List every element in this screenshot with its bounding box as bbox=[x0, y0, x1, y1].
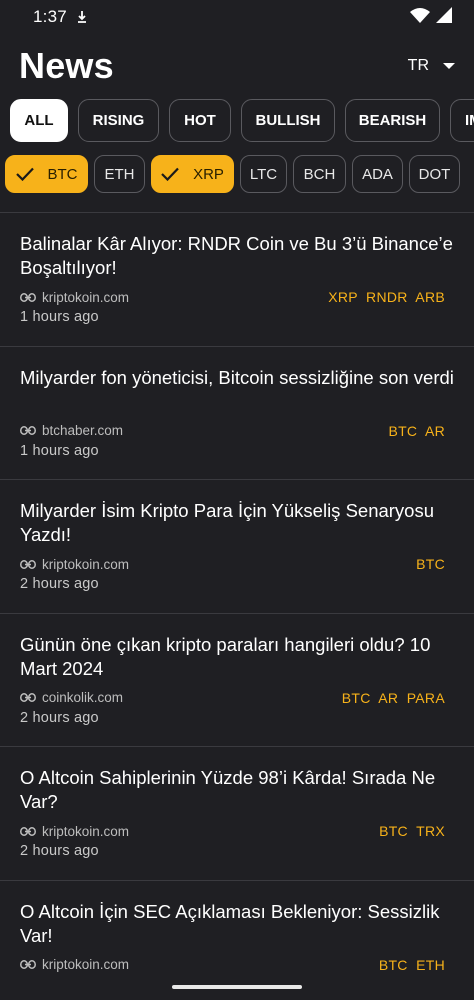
news-tags: BTC ETH bbox=[378, 956, 445, 973]
news-item[interactable]: Balinalar Kâr Alıyor: RNDR Coin ve Bu 3’… bbox=[0, 213, 474, 347]
link-icon bbox=[20, 557, 36, 572]
news-title: Milyarder İsim Kripto Para İçin Yükseliş… bbox=[20, 500, 435, 545]
news-title: Milyarder fon yöneticisi, Bitcoin sessiz… bbox=[20, 366, 454, 388]
news-meta: kriptokoin.com XRP RNDR ARB bbox=[20, 289, 445, 305]
check-icon bbox=[15, 167, 34, 181]
coin-chip-bch[interactable]: BCH bbox=[293, 155, 346, 193]
filter-tabs: ALL RISING HOT BULLISH BEARISH IM bbox=[10, 99, 474, 143]
news-time: 1 hours ago bbox=[20, 442, 99, 459]
news-source-label: kriptokoin.com bbox=[42, 823, 130, 839]
news-item[interactable]: O Altcoin Sahiplerinin Yüzde 98’i Kârda!… bbox=[0, 747, 474, 881]
filter-chip-all[interactable]: ALL bbox=[10, 99, 68, 142]
language-selector[interactable]: TR bbox=[408, 57, 455, 75]
news-source-label: btchaber.com bbox=[42, 423, 124, 438]
news-source[interactable]: btchaber.com bbox=[20, 423, 123, 438]
filter-label: HOT bbox=[184, 112, 216, 129]
coin-chip-btc[interactable]: BTC bbox=[5, 155, 88, 193]
coin-label: XRP bbox=[193, 165, 224, 183]
link-icon bbox=[20, 690, 36, 705]
filter-label: IM bbox=[465, 112, 474, 129]
news-meta: kriptokoin.com BTC bbox=[20, 556, 445, 572]
home-indicator[interactable] bbox=[172, 985, 302, 989]
wifi-icon bbox=[410, 7, 430, 28]
coin-label: LTC bbox=[249, 165, 278, 183]
filter-label: BULLISH bbox=[255, 112, 321, 129]
filter-chip-bullish[interactable]: BULLISH bbox=[241, 99, 335, 142]
news-tags: BTC TRX bbox=[379, 823, 445, 839]
news-time: 1 hours ago bbox=[20, 309, 99, 325]
link-icon bbox=[20, 423, 36, 438]
chevron-down-icon bbox=[443, 63, 455, 69]
news-source-label: kriptokoin.com bbox=[42, 556, 130, 572]
news-tags: BTC AR PARA bbox=[341, 689, 445, 706]
news-source[interactable]: kriptokoin.com bbox=[20, 557, 129, 572]
status-bar: 1:37 bbox=[0, 0, 474, 34]
coin-chip-dot[interactable]: DOT bbox=[409, 155, 460, 193]
coin-chip-eth[interactable]: ETH bbox=[94, 155, 145, 193]
news-source-label: kriptokoin.com bbox=[42, 957, 130, 972]
filter-chip-rising[interactable]: RISING bbox=[78, 99, 159, 142]
coin-label: ETH bbox=[104, 165, 135, 183]
news-meta: coinkolik.com BTC AR PARA bbox=[20, 690, 445, 706]
news-time: 2 hours ago bbox=[20, 709, 99, 726]
link-icon bbox=[20, 824, 36, 839]
news-item[interactable]: Milyarder İsim Kripto Para İçin Yükseliş… bbox=[0, 480, 474, 614]
news-tags: BTC AR bbox=[388, 422, 445, 439]
check-icon bbox=[161, 167, 179, 181]
news-source-label: kriptokoin.com bbox=[42, 289, 130, 305]
news-item[interactable]: Milyarder fon yöneticisi, Bitcoin sessiz… bbox=[0, 347, 474, 480]
filter-label: BEARISH bbox=[358, 112, 427, 129]
filter-chip-im[interactable]: IM bbox=[450, 99, 474, 142]
news-time: 2 hours ago bbox=[20, 843, 99, 859]
page-title: News bbox=[19, 45, 114, 86]
news-tags: BTC bbox=[416, 556, 445, 572]
news-source[interactable]: kriptokoin.com bbox=[20, 824, 129, 839]
data-saver-icon bbox=[76, 10, 88, 24]
filter-label: ALL bbox=[24, 112, 54, 129]
link-icon bbox=[20, 290, 36, 305]
filter-chip-hot[interactable]: HOT bbox=[169, 99, 231, 142]
status-time: 1:37 bbox=[33, 7, 67, 26]
news-tags: XRP RNDR ARB bbox=[328, 289, 445, 305]
coin-chip-xrp[interactable]: XRP bbox=[151, 155, 234, 193]
coin-filter-row: BTC ETH XRP LTC BCH ADA DOT bbox=[5, 155, 460, 193]
coin-label: BCH bbox=[303, 165, 336, 183]
news-meta: btchaber.com BTC AR bbox=[20, 423, 445, 439]
header: News TR bbox=[0, 40, 474, 92]
news-item[interactable]: Günün öne çıkan kripto paraları hangiler… bbox=[0, 614, 474, 747]
coin-label: BTC bbox=[47, 165, 78, 183]
coin-label: ADA bbox=[362, 165, 393, 183]
language-value: TR bbox=[407, 57, 429, 74]
news-list: Balinalar Kâr Alıyor: RNDR Coin ve Bu 3’… bbox=[0, 213, 474, 1000]
news-source[interactable]: coinkolik.com bbox=[20, 690, 123, 705]
news-source[interactable]: kriptokoin.com bbox=[20, 957, 129, 972]
coin-chip-ltc[interactable]: LTC bbox=[240, 155, 287, 193]
link-icon bbox=[20, 957, 36, 972]
news-title: O Altcoin İçin SEC Açıklaması Bekleniyor… bbox=[20, 900, 440, 946]
filter-label: RISING bbox=[92, 112, 145, 129]
news-time: 2 hours ago bbox=[20, 576, 99, 592]
news-meta: kriptokoin.com BTC TRX bbox=[20, 823, 445, 839]
filter-chip-bearish[interactable]: BEARISH bbox=[345, 99, 440, 142]
coin-label: DOT bbox=[418, 165, 451, 183]
coin-chip-ada[interactable]: ADA bbox=[352, 155, 403, 193]
news-source-label: coinkolik.com bbox=[42, 690, 124, 705]
news-source[interactable]: kriptokoin.com bbox=[20, 290, 129, 305]
news-title: Günün öne çıkan kripto paraları hangiler… bbox=[20, 633, 431, 679]
news-title: Balinalar Kâr Alıyor: RNDR Coin ve Bu 3’… bbox=[20, 233, 453, 278]
news-title: O Altcoin Sahiplerinin Yüzde 98’i Kârda!… bbox=[20, 767, 436, 812]
signal-icon bbox=[436, 6, 452, 28]
news-meta: kriptokoin.com BTC ETH bbox=[20, 957, 445, 973]
